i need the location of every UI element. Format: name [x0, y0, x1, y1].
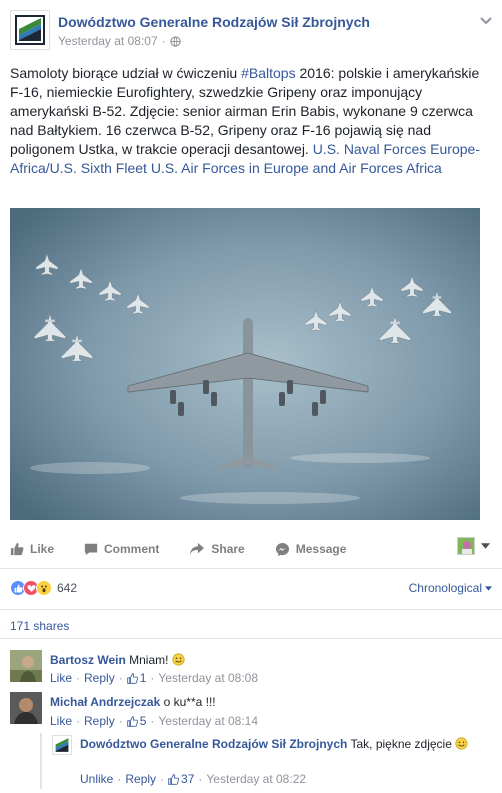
comment-item: Michał Andrzejczak o ku**a !!! Like · Re…: [10, 692, 494, 732]
comment-like-count: 5: [139, 714, 147, 728]
avatar-photo: [10, 692, 42, 724]
reply-like-count: 37: [181, 772, 195, 786]
order-label: Chronological: [408, 581, 482, 595]
caret-down-icon: [481, 543, 490, 549]
post-photo[interactable]: [10, 208, 480, 520]
divider: [0, 609, 502, 610]
commenter-avatar[interactable]: [10, 650, 42, 682]
military-emblem-icon: [55, 738, 69, 752]
shares-count-link[interactable]: 171 shares: [10, 619, 69, 633]
hashtag-link[interactable]: #Baltops: [241, 65, 295, 81]
divider: [0, 638, 502, 639]
post-timestamp[interactable]: Yesterday at 08:07: [58, 34, 158, 48]
reply-text: Tak, piękne zdjęcie: [350, 737, 452, 751]
comment-reply: Dowództwo Generalne Rodzajów Sił Zbrojny…: [40, 733, 492, 789]
reply-likes[interactable]: 37: [168, 772, 194, 786]
comment-item: Bartosz Wein Mniam! Like · Reply · 1 · Y…: [10, 650, 494, 690]
comment-likes[interactable]: 1: [126, 671, 147, 685]
comment-actions: Like · Reply · 5 · Yesterday at 08:14: [50, 714, 259, 728]
post-text: Samoloty biorące udział w ćwiczeniu #Bal…: [10, 64, 490, 178]
page-avatar-small[interactable]: [52, 735, 72, 755]
comment-likes[interactable]: 5: [126, 714, 147, 728]
reply-reply-button[interactable]: Reply: [125, 772, 156, 786]
comment-timestamp[interactable]: Yesterday at 08:14: [158, 714, 258, 728]
divider: [0, 568, 502, 569]
comment-like-button[interactable]: Like: [50, 714, 72, 728]
thumbs-up-icon: [168, 773, 180, 785]
share-label: Share: [211, 542, 245, 556]
like-label: Like: [30, 542, 55, 556]
like-button[interactable]: Like: [10, 542, 54, 556]
commenter-avatar[interactable]: [10, 692, 42, 724]
messenger-icon: [275, 542, 289, 556]
military-emblem-icon: [15, 15, 45, 45]
comment-text: Mniam!: [129, 653, 169, 667]
post-text-part: Samoloty biorące udział w ćwiczeniu: [10, 65, 242, 81]
smile-emoji-icon: [455, 737, 468, 750]
comment-actions: Like · Reply · 1 · Yesterday at 08:08: [50, 671, 259, 685]
comment-button[interactable]: Comment: [84, 542, 159, 556]
comment-like-count: 1: [139, 671, 147, 685]
viewer-avatar: [457, 537, 475, 555]
post-header: Dowództwo Generalne Rodzajów Sił Zbrojny…: [10, 10, 494, 52]
globe-icon[interactable]: [169, 35, 181, 47]
message-button[interactable]: Message: [275, 542, 347, 557]
comment-like-button[interactable]: Like: [50, 671, 72, 685]
comment-text: o ku**a !!!: [163, 695, 216, 709]
reactions-summary[interactable]: 642: [10, 578, 77, 598]
reply-author[interactable]: Dowództwo Generalne Rodzajów Sił Zbrojny…: [80, 737, 347, 751]
post-as-selector[interactable]: [457, 537, 490, 555]
reply-actions: Unlike · Reply · 37 · Yesterday at 08:22: [80, 772, 307, 786]
comment-body: Bartosz Wein Mniam!: [50, 652, 490, 668]
share-icon: [190, 542, 205, 556]
smile-emoji-icon: [172, 653, 185, 666]
message-label: Message: [295, 542, 347, 556]
reply-timestamp[interactable]: Yesterday at 08:22: [206, 772, 306, 786]
viewer-avatar-image: [458, 538, 474, 554]
avatar-photo: [10, 650, 42, 682]
wow-reaction-icon: [36, 580, 52, 596]
reaction-count: 642: [57, 581, 78, 595]
share-button[interactable]: Share: [189, 542, 245, 556]
thumbs-up-icon: [126, 715, 138, 727]
comment-timestamp[interactable]: Yesterday at 08:08: [158, 671, 258, 685]
chevron-down-icon[interactable]: [478, 12, 494, 28]
comment-reply-button[interactable]: Reply: [84, 671, 115, 685]
comment-author[interactable]: Michał Andrzejczak: [50, 695, 160, 709]
thumbs-up-icon: [126, 672, 138, 684]
caret-down-icon: [485, 585, 492, 591]
thumbs-up-icon: [10, 542, 24, 556]
tag-link-air-forces[interactable]: U.S. Air Forces in Europe and Air Forces…: [151, 160, 442, 176]
comment-reply-button[interactable]: Reply: [84, 714, 115, 728]
reply-body: Dowództwo Generalne Rodzajów Sił Zbrojny…: [80, 736, 490, 752]
reply-unlike-button[interactable]: Unlike: [80, 772, 113, 786]
page-avatar[interactable]: [10, 10, 50, 50]
aircraft-formation-image: [10, 208, 480, 520]
comment-label: Comment: [104, 542, 160, 556]
comment-author[interactable]: Bartosz Wein: [50, 653, 126, 667]
comment-order-selector[interactable]: Chronological: [409, 581, 492, 595]
page-name[interactable]: Dowództwo Generalne Rodzajów Sił Zbrojny…: [58, 14, 370, 30]
comment-body: Michał Andrzejczak o ku**a !!!: [50, 694, 490, 710]
comment-icon: [84, 543, 98, 556]
action-bar: Like Comment Share Message: [10, 534, 492, 564]
post-meta: Yesterday at 08:07 ·: [58, 34, 181, 48]
